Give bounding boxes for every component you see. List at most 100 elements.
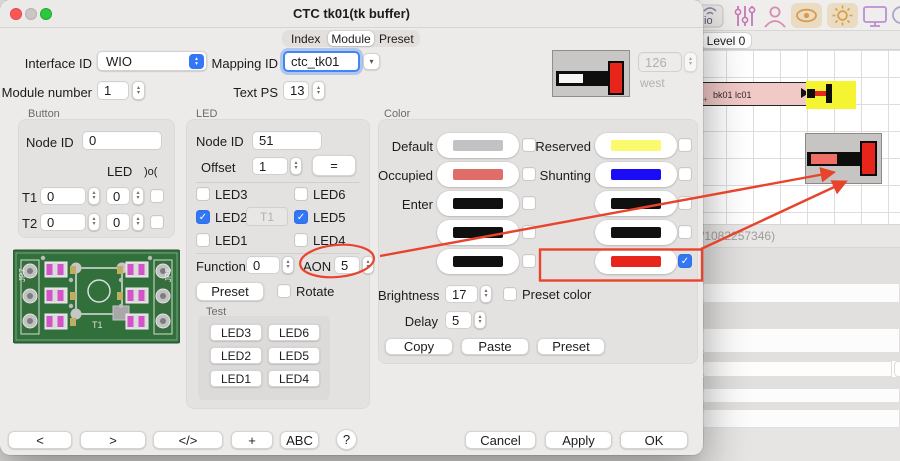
mapping-id-dropdown-button[interactable]: ▾: [363, 53, 380, 70]
led6-checkbox[interactable]: [294, 187, 308, 201]
delay-stepper[interactable]: [474, 311, 486, 329]
t2-input[interactable]: 0: [40, 213, 86, 231]
offset-input[interactable]: 1: [252, 157, 288, 175]
buffer-icon-stop: [826, 84, 832, 103]
brightness-input[interactable]: 17: [445, 285, 478, 303]
module-number-input[interactable]: 1: [97, 81, 129, 100]
color-shunting-checkbox[interactable]: [678, 167, 692, 181]
module-number-stepper[interactable]: [132, 81, 145, 100]
led2-checkbox[interactable]: [196, 210, 210, 224]
buffer-symbol-preview[interactable]: [805, 133, 882, 184]
equals-button[interactable]: =: [312, 155, 356, 176]
apply-button[interactable]: Apply: [545, 431, 612, 449]
dialog-titlebar[interactable]: CTC tk01(tk buffer): [0, 0, 703, 28]
code-button[interactable]: </>: [153, 431, 223, 449]
color-right5-checkbox[interactable]: [678, 254, 692, 268]
led3-checkbox[interactable]: [196, 187, 210, 201]
color-right5-swatch: [611, 256, 661, 267]
track-block-bk01[interactable]: bk01 lc01 +: [700, 82, 812, 106]
text-ps-stepper[interactable]: [312, 81, 325, 100]
color-right3-button[interactable]: [595, 191, 677, 216]
rotate-checkbox[interactable]: [277, 284, 291, 298]
panel-mini-button[interactable]: [894, 361, 900, 377]
t2-led-input[interactable]: 0: [106, 213, 130, 231]
offset-label: Offset: [201, 160, 235, 175]
level-tab[interactable]: Level 0: [700, 32, 752, 49]
test-led3-button[interactable]: LED3: [210, 324, 262, 341]
wireless-io-icon[interactable]: io: [700, 4, 724, 28]
color-default-button[interactable]: [437, 133, 519, 158]
search-icon[interactable]: [889, 4, 900, 28]
t2-toggle-checkbox[interactable]: [150, 215, 164, 229]
color-reserved-button[interactable]: [595, 133, 677, 158]
eye-icon[interactable]: [791, 3, 822, 28]
function-input[interactable]: 0: [246, 256, 280, 274]
tab-index[interactable]: Index: [283, 31, 328, 46]
t1-input[interactable]: 0: [40, 187, 86, 205]
text-ps-input[interactable]: 13: [283, 81, 309, 100]
help-button[interactable]: ?: [336, 429, 357, 450]
mapping-id-label: Mapping ID: [206, 56, 278, 71]
test-led4-button[interactable]: LED4: [268, 370, 320, 387]
preset-color-checkbox[interactable]: [503, 287, 517, 301]
color-left4-button[interactable]: [437, 220, 519, 245]
color-left4-checkbox[interactable]: [522, 225, 536, 239]
led5-checkbox[interactable]: [294, 210, 308, 224]
back-button[interactable]: <: [8, 431, 72, 449]
tab-bar: Index Module Preset: [282, 30, 420, 47]
panel-field-row: [702, 388, 900, 403]
led1-checkbox[interactable]: [196, 233, 210, 247]
color-enter-checkbox[interactable]: [522, 196, 536, 210]
color-right4-checkbox[interactable]: [678, 225, 692, 239]
color-enter-button[interactable]: [437, 191, 519, 216]
mapping-id-input[interactable]: ctc_tk01: [283, 51, 360, 72]
brightness-icon[interactable]: [827, 3, 858, 28]
sliders-icon[interactable]: [732, 4, 758, 28]
test-led5-button[interactable]: LED5: [268, 347, 320, 364]
color-left5-button[interactable]: [437, 249, 519, 274]
t1-led-stepper[interactable]: [132, 187, 144, 205]
t2-led-stepper[interactable]: [132, 213, 144, 231]
t1-toggle-checkbox[interactable]: [150, 189, 164, 203]
function-stepper[interactable]: [282, 256, 294, 274]
color-reserved-label: Reserved: [530, 139, 591, 154]
color-right5-button[interactable]: [595, 249, 677, 274]
plus-button[interactable]: +: [231, 431, 273, 449]
tab-preset[interactable]: Preset: [374, 31, 419, 46]
t1-led-input[interactable]: 0: [106, 187, 130, 205]
aon-input[interactable]: 5: [334, 256, 360, 274]
led-node-id-input[interactable]: 51: [252, 131, 322, 150]
color-right3-checkbox[interactable]: [678, 196, 692, 210]
color-shunting-button[interactable]: [595, 162, 677, 187]
preview-index-stepper: [684, 52, 697, 72]
led4-checkbox[interactable]: [294, 233, 308, 247]
tab-module[interactable]: Module: [328, 31, 373, 46]
copy-button[interactable]: Copy: [385, 338, 453, 355]
color-occupied-button[interactable]: [437, 162, 519, 187]
cancel-button[interactable]: Cancel: [465, 431, 536, 449]
color-left5-checkbox[interactable]: [522, 254, 536, 268]
color-right4-button[interactable]: [595, 220, 677, 245]
interface-id-select[interactable]: WIO: [97, 51, 207, 71]
delay-input[interactable]: 5: [445, 311, 472, 329]
offset-stepper[interactable]: [290, 157, 302, 175]
ok-button[interactable]: OK: [620, 431, 688, 449]
led2-label: LED2: [215, 210, 248, 225]
t2-stepper[interactable]: [88, 213, 100, 231]
user-icon[interactable]: [762, 4, 788, 28]
brightness-stepper[interactable]: [480, 285, 492, 303]
color-reserved-checkbox[interactable]: [678, 138, 692, 152]
t1-stepper[interactable]: [88, 187, 100, 205]
abc-button[interactable]: ABC: [280, 431, 319, 449]
buffer-cell-highlighted[interactable]: [806, 81, 856, 109]
led-preset-button[interactable]: Preset: [196, 282, 264, 301]
test-led6-button[interactable]: LED6: [268, 324, 320, 341]
aon-stepper[interactable]: [362, 256, 374, 274]
paste-button[interactable]: Paste: [461, 338, 529, 355]
button-node-id-input[interactable]: 0: [82, 131, 162, 150]
test-led1-button[interactable]: LED1: [210, 370, 262, 387]
test-led2-button[interactable]: LED2: [210, 347, 262, 364]
forward-button[interactable]: >: [80, 431, 146, 449]
color-preset-button[interactable]: Preset: [537, 338, 605, 355]
display-icon[interactable]: [861, 4, 889, 28]
